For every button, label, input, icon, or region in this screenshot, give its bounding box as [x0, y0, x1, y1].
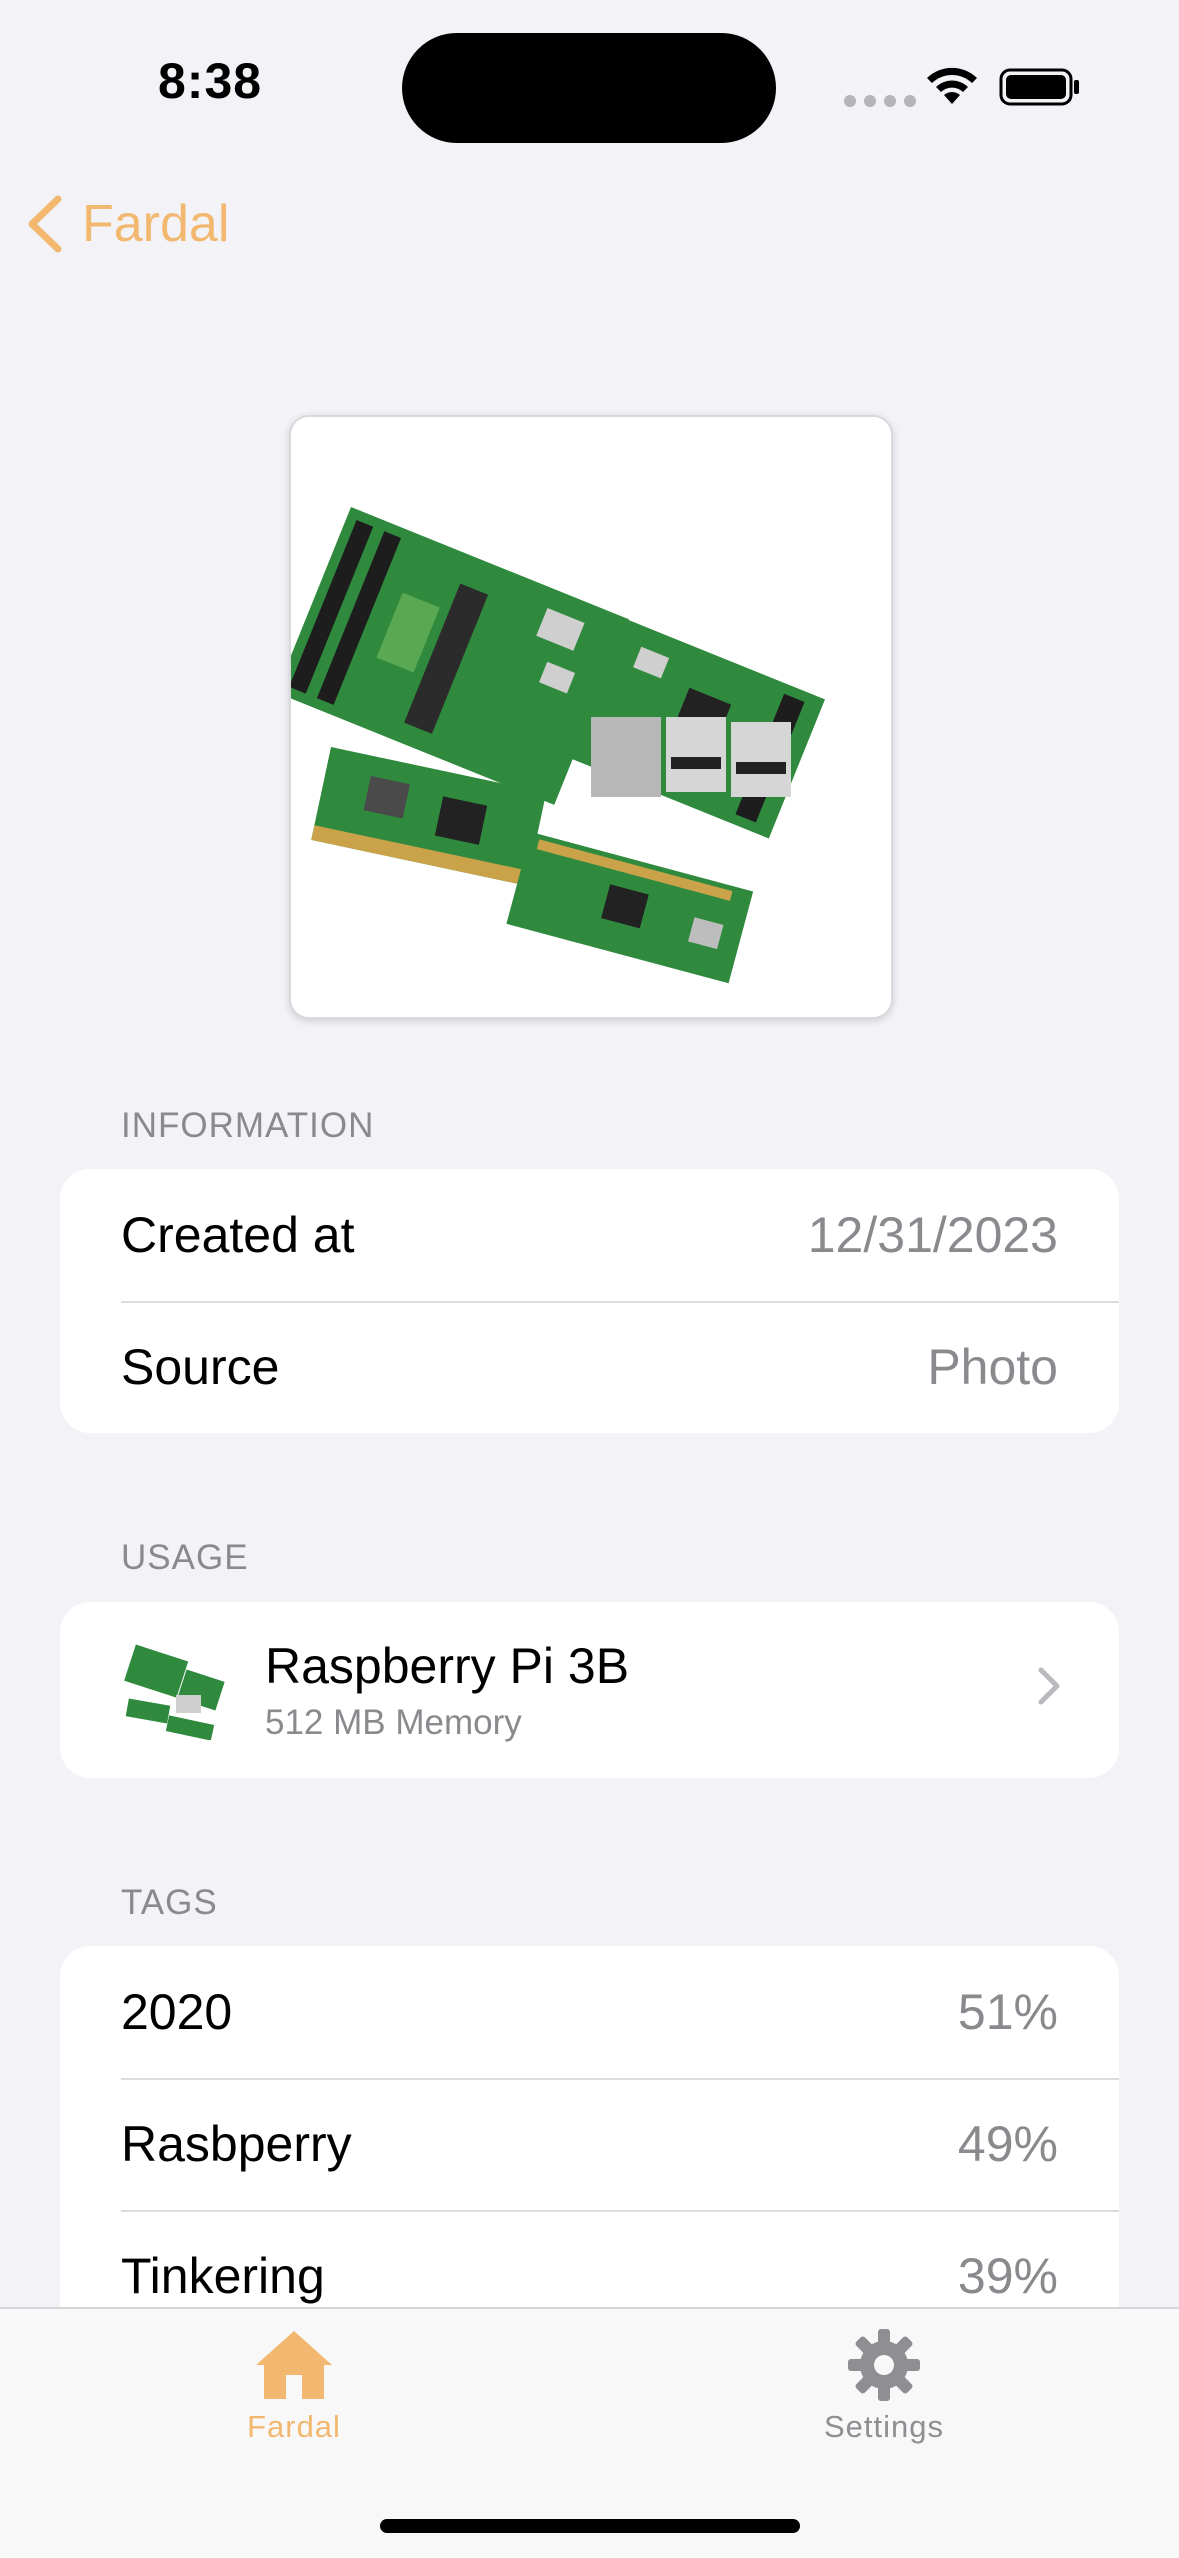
tag-row: Rasbperry 49%: [60, 2078, 1119, 2210]
gear-icon: [848, 2329, 920, 2401]
tag-label: Rasbperry: [121, 2116, 352, 2172]
item-photo[interactable]: [289, 415, 893, 1019]
wifi-icon: [927, 67, 977, 104]
cellular-signal-icon: [844, 95, 916, 107]
tag-row: 2020 51%: [60, 1946, 1119, 2078]
section-header-tags: TAGS: [121, 1883, 218, 1922]
section-header-information: INFORMATION: [121, 1106, 375, 1145]
row-value: Photo: [927, 1339, 1058, 1395]
tags-card: 2020 51% Rasbperry 49% Tinkering 39%: [60, 1946, 1119, 2307]
usage-item-subtitle: 512 MB Memory: [265, 1703, 522, 1742]
home-indicator[interactable]: [380, 2519, 800, 2533]
row-value: 12/31/2023: [807, 1207, 1058, 1263]
info-row-created-at: Created at 12/31/2023: [60, 1169, 1119, 1301]
information-card: Created at 12/31/2023 Source Photo: [60, 1169, 1119, 1433]
tab-fardal[interactable]: Fardal: [174, 2327, 414, 2445]
row-label: Source: [121, 1339, 280, 1395]
usage-item-row[interactable]: Raspberry Pi 3B 512 MB Memory: [60, 1602, 1119, 1778]
tag-value: 39%: [957, 2248, 1058, 2304]
back-button[interactable]: Fardal: [24, 194, 229, 254]
chevron-right-icon: [1038, 1667, 1060, 1705]
chevron-left-icon: [28, 195, 62, 253]
status-time: 8:38: [158, 53, 263, 109]
usage-card: Raspberry Pi 3B 512 MB Memory: [60, 1602, 1119, 1778]
tag-row: Tinkering 39%: [60, 2210, 1119, 2307]
dynamic-island: [402, 33, 776, 143]
tag-value: 49%: [957, 2116, 1058, 2172]
row-label: Created at: [121, 1207, 355, 1263]
tag-label: 2020: [121, 1984, 233, 2040]
house-icon: [256, 2331, 332, 2399]
tab-label: Settings: [823, 2409, 944, 2444]
tag-label: Tinkering: [121, 2248, 325, 2304]
section-header-usage: USAGE: [121, 1538, 249, 1577]
tab-label: Fardal: [247, 2409, 341, 2444]
usage-item-title: Raspberry Pi 3B: [265, 1638, 630, 1694]
tab-settings[interactable]: Settings: [764, 2327, 1004, 2445]
battery-icon: [999, 68, 1079, 106]
info-row-source: Source Photo: [60, 1301, 1119, 1433]
tag-value: 51%: [957, 1984, 1058, 2040]
back-label: Fardal: [82, 195, 230, 253]
circuit-boards-image: [291, 417, 891, 1017]
item-thumbnail: [121, 1640, 229, 1740]
